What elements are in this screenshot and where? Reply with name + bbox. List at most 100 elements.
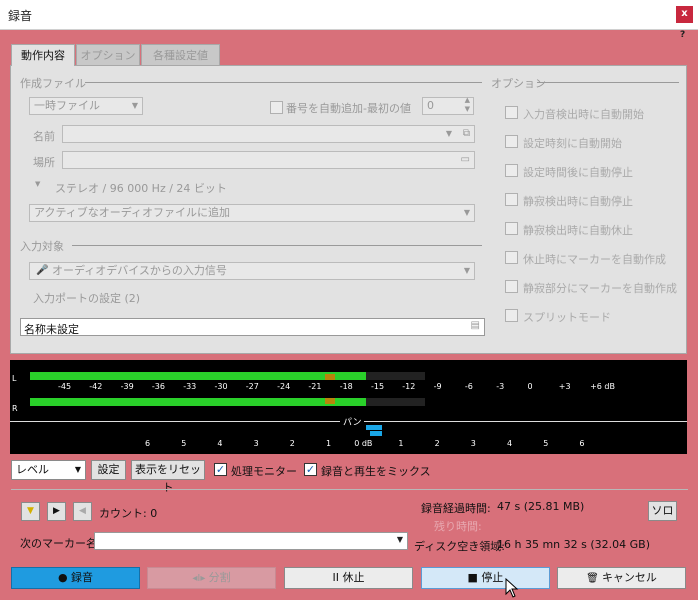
level-meter: L R -45 -42 -39 -36 -33 -30 -27 -24 -21 -18 -15 -12… <box>10 360 687 454</box>
rewind-icon[interactable]: ◀ <box>73 502 92 521</box>
next-marker-input[interactable]: ▼ <box>94 532 408 550</box>
db-tick-label: -27 <box>245 382 259 391</box>
play-icon[interactable]: ▶ <box>47 502 66 521</box>
pan-tick-label: 6 <box>145 439 151 448</box>
auto-number-checkbox[interactable] <box>270 101 283 114</box>
option-label-8: スプリットモード <box>523 311 611 324</box>
pan-tick-label: 5 <box>543 439 549 448</box>
pan-tick-label: 5 <box>181 439 187 448</box>
db-tick-label: -39 <box>120 382 134 391</box>
divider <box>85 82 482 83</box>
cancel-button[interactable]: 🗑 キャンセル <box>557 567 686 589</box>
input-port-setting-link[interactable]: 入力ポートの設定 (2) <box>33 290 140 306</box>
solo-button[interactable]: ソロ <box>648 501 677 521</box>
stop-button[interactable]: ■ 停止 <box>421 567 550 589</box>
db-tick-label: -30 <box>214 382 228 391</box>
pan-tick-label: 1 <box>326 439 332 448</box>
tab-options[interactable]: オプション <box>76 44 140 66</box>
db-tick-label: -36 <box>151 382 165 391</box>
window-title: 録音 <box>8 9 33 23</box>
db-tick-label: -12 <box>402 382 416 391</box>
name-field[interactable]: ▼ ⧉ <box>62 125 475 143</box>
auto-number-stepper[interactable]: 0 ▲ ▼ <box>422 96 474 115</box>
option-label-4: 静寂検出時に自動停止 <box>523 195 633 208</box>
auto-number-label: 番号を自動追加-最初の値 <box>286 102 411 115</box>
note-icon[interactable]: ▤ <box>471 320 480 331</box>
tab-settings[interactable]: 各種設定値 <box>141 44 220 66</box>
split-label: 分割 <box>208 571 231 584</box>
channel-r-label: R <box>12 404 18 413</box>
settings-button[interactable]: 設定 <box>91 460 126 480</box>
location-field[interactable]: ▭ <box>62 151 475 169</box>
db-tick-label: -33 <box>183 382 197 391</box>
option-checkbox-7[interactable] <box>505 280 518 293</box>
format-label: ステレオ / 96 000 Hz / 24 ビット <box>55 182 227 195</box>
trash-icon: 🗑 <box>586 573 602 584</box>
option-checkbox-2[interactable] <box>505 135 518 148</box>
pan-tick-label: 1 <box>398 439 404 448</box>
pan-indicator-bottom <box>370 431 382 436</box>
divider <box>11 489 688 490</box>
copy-icon[interactable]: ⧉ <box>463 126 470 142</box>
option-checkbox-8[interactable] <box>505 309 518 322</box>
expand-arrow-icon[interactable]: ▼ <box>35 180 40 188</box>
db-tick-label: 0 <box>527 382 533 391</box>
file-type-value: 一時ファイル <box>34 99 100 112</box>
db-tick-label: -3 <box>496 382 505 391</box>
db-tick-label: -21 <box>308 382 322 391</box>
microphone-icon: 🎤 <box>36 265 49 276</box>
peak-marker-l <box>325 374 335 380</box>
stepper-arrows-icon: ▲ ▼ <box>464 96 470 113</box>
split-icon: ◂I▸ <box>192 573 209 584</box>
marker-icon[interactable]: ▼ <box>21 502 40 521</box>
folder-icon[interactable]: ▭ <box>461 152 470 168</box>
chevron-down-icon: ▼ <box>131 101 138 110</box>
pan-tick-label: 3 <box>470 439 476 448</box>
file-type-dropdown[interactable]: 一時ファイル ▼ <box>29 97 143 115</box>
option-checkbox-5[interactable] <box>505 222 518 235</box>
option-checkbox-1[interactable] <box>505 106 518 119</box>
audio-file-action-dropdown[interactable]: アクティブなオーディオファイルに追加 ▼ <box>29 204 475 222</box>
chevron-down-icon: ▼ <box>445 129 452 138</box>
meter-mode-dropdown[interactable]: レベル ▼ <box>11 460 86 480</box>
mouse-cursor-icon <box>505 578 519 598</box>
tab-operation[interactable]: 動作内容 <box>11 44 75 66</box>
location-label: 場所 <box>33 156 55 169</box>
mix-label: 録音と再生をミックス <box>321 465 431 478</box>
cancel-label: キャンセル <box>601 571 657 584</box>
pause-button[interactable]: II 休止 <box>284 567 413 589</box>
untitled-value: 名称未設定 <box>24 323 79 336</box>
input-source-dropdown[interactable]: 🎤 オーディオデバイスからの入力信号 ▼ <box>29 262 475 280</box>
option-label-7: 静寂部分にマーカーを自動作成 <box>523 282 677 295</box>
option-label-2: 設定時刻に自動開始 <box>523 137 622 150</box>
option-checkbox-6[interactable] <box>505 251 518 264</box>
option-checkbox-3[interactable] <box>505 164 518 177</box>
input-section-label: 入力対象 <box>20 240 64 253</box>
pan-tick-label: 6 <box>579 439 585 448</box>
meter-mode-value: レベル <box>16 463 49 476</box>
db-tick-label: -18 <box>339 382 353 391</box>
peak-marker-r <box>325 398 335 404</box>
mix-checkbox[interactable]: ✓ <box>304 463 317 476</box>
pan-tick-label: 2 <box>289 439 295 448</box>
pan-tick-label: 4 <box>217 439 223 448</box>
untitled-field[interactable]: 名称未設定 ▤ <box>20 318 485 336</box>
help-icon-glyph: ? <box>680 30 686 40</box>
elapsed-value: 47 s (25.81 MB) <box>497 500 585 513</box>
monitor-checkbox[interactable]: ✓ <box>214 463 227 476</box>
monitor-label: 処理モニター <box>231 465 297 478</box>
db-tick-label: -42 <box>89 382 103 391</box>
remaining-label: 残り時間: <box>434 520 482 533</box>
db-tick-label: -45 <box>58 382 72 391</box>
pan-tick-label: 4 <box>507 439 513 448</box>
option-checkbox-4[interactable] <box>505 193 518 206</box>
close-button[interactable]: x <box>676 6 693 23</box>
divider <box>72 245 482 246</box>
split-button[interactable]: ◂I▸ 分割 <box>147 567 276 589</box>
record-button[interactable]: ● 録音 <box>11 567 140 589</box>
input-source-value: オーディオデバイスからの入力信号 <box>52 264 227 277</box>
chevron-down-icon: ▼ <box>396 535 403 544</box>
reset-view-button[interactable]: 表示をリセット <box>131 460 205 494</box>
options-section-label: オプション <box>491 77 546 90</box>
help-icon[interactable]: ? <box>680 30 696 44</box>
